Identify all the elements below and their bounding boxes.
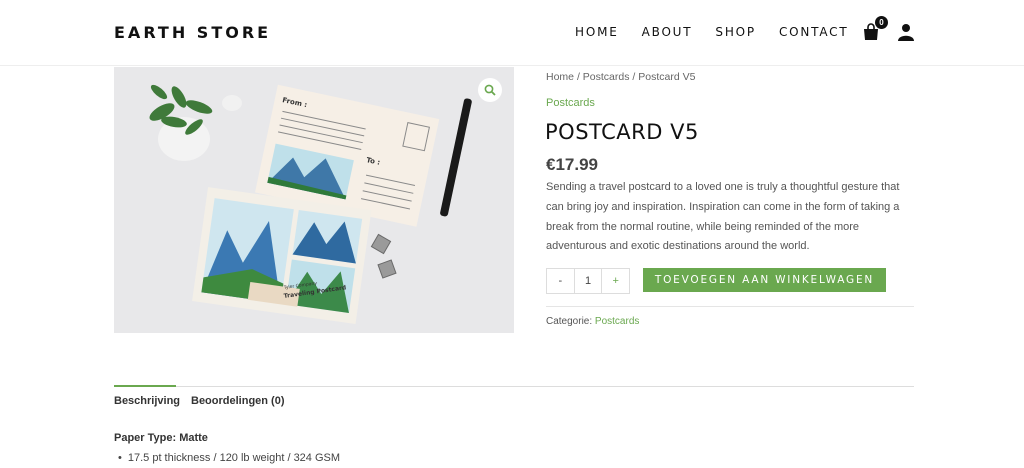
site-header: EARTH STORE HOME ABOUT SHOP CONTACT 0 — [0, 0, 1024, 66]
product-meta: Categorie: Postcards — [546, 316, 639, 327]
product-price: €17.99 — [546, 155, 598, 174]
quantity-decrease-button[interactable]: - — [547, 269, 574, 293]
meta-category-link[interactable]: Postcards — [595, 316, 639, 327]
breadcrumb-current: Postcard V5 — [638, 71, 696, 83]
nav-about[interactable]: ABOUT — [642, 25, 693, 39]
site-logo[interactable]: EARTH STORE — [114, 23, 271, 42]
tabs-divider — [114, 386, 914, 387]
active-tab-indicator — [114, 385, 176, 387]
breadcrumb: Home / Postcards / Postcard V5 — [546, 71, 695, 83]
nav-home[interactable]: HOME — [575, 25, 619, 39]
nav-shop[interactable]: SHOP — [715, 25, 756, 39]
product-description: Sending a travel postcard to a loved one… — [546, 181, 900, 253]
product-category-link[interactable]: Postcards — [546, 97, 595, 109]
quantity-increase-button[interactable]: + — [602, 269, 629, 293]
cart-count-badge: 0 — [875, 16, 888, 29]
spec-list-item: 17.5 pt thickness / 120 lb weight / 324 … — [118, 452, 340, 464]
spec-title: Paper Type: Matte — [114, 432, 208, 444]
quantity-input[interactable]: 1 — [573, 269, 603, 293]
product-photo: From : To : Tyler Company Traveling Post… — [114, 67, 514, 333]
quantity-stepper: - 1 + — [546, 268, 630, 294]
divider — [546, 306, 914, 307]
magnifier-icon — [484, 84, 496, 96]
zoom-button[interactable] — [478, 78, 502, 102]
nav-contact[interactable]: CONTACT — [779, 25, 849, 39]
breadcrumb-home[interactable]: Home — [546, 71, 574, 83]
meta-category-label: Categorie: — [546, 316, 593, 327]
main-nav: HOME ABOUT SHOP CONTACT — [575, 25, 871, 39]
add-to-cart-button[interactable]: TOEVOEGEN AAN WINKELWAGEN — [643, 268, 886, 292]
product-image[interactable]: From : To : Tyler Company Traveling Post… — [114, 67, 514, 333]
user-account-icon[interactable] — [898, 23, 914, 41]
tab-reviews[interactable]: Beoordelingen (0) — [191, 395, 285, 407]
breadcrumb-category[interactable]: Postcards — [583, 71, 630, 83]
product-title: POSTCARD V5 — [545, 120, 699, 144]
tab-description[interactable]: Beschrijving — [114, 395, 180, 407]
